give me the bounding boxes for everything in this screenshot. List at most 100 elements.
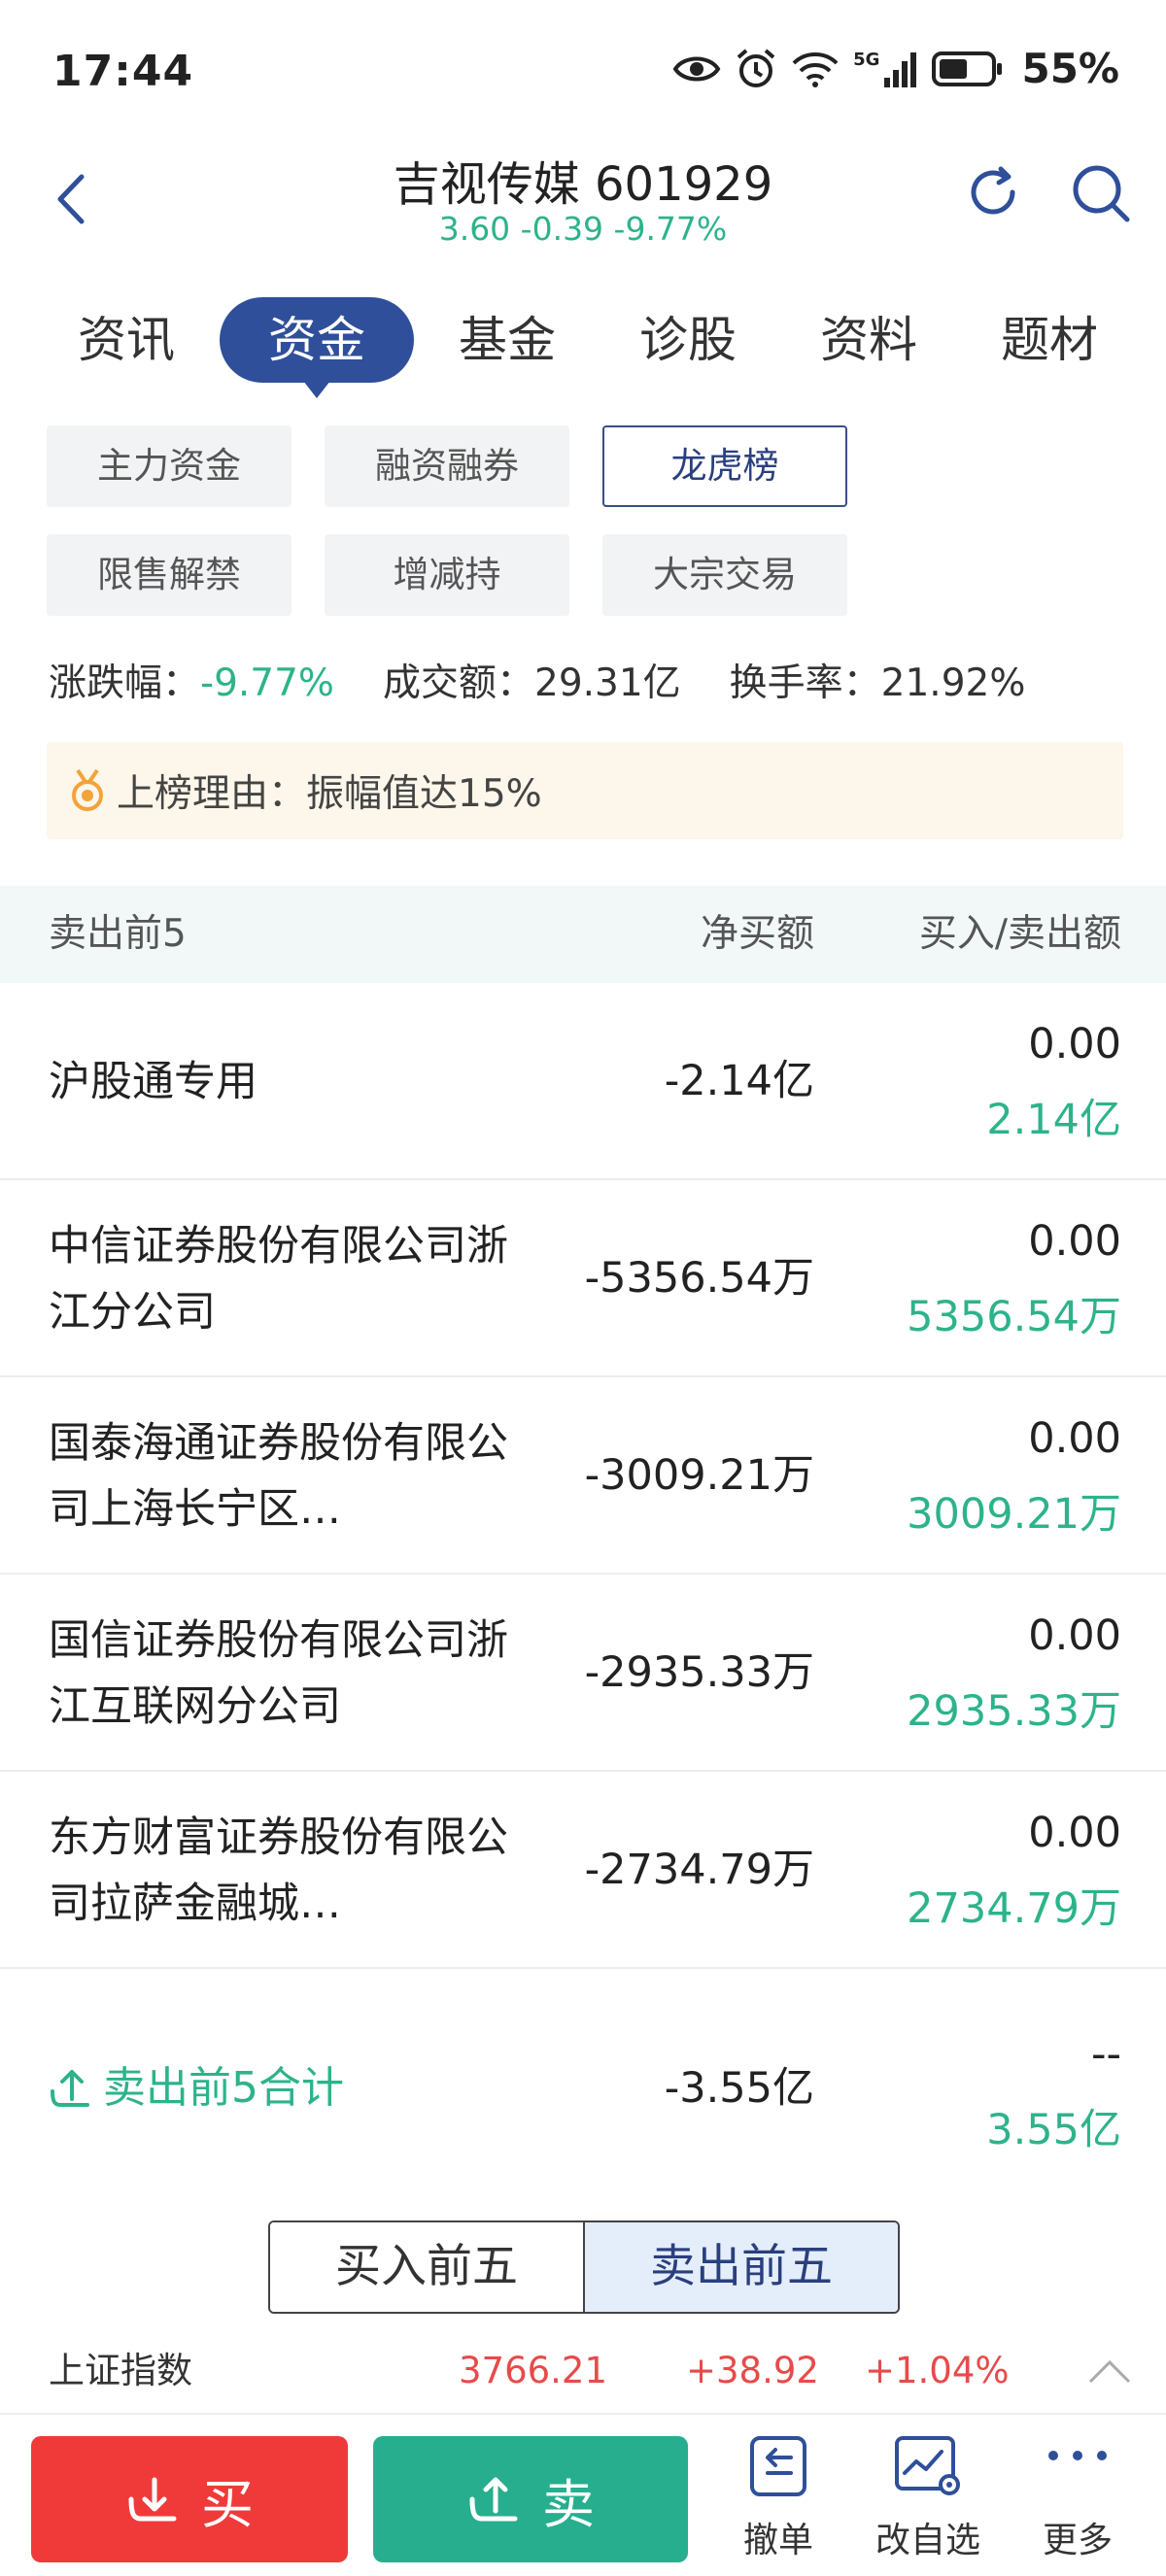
cancel-order-icon (750, 2436, 806, 2496)
sell-top5-toggle[interactable]: 卖出前五 (583, 2222, 898, 2312)
signal-icon (884, 51, 917, 87)
table-row[interactable]: 沪股通专用 -2.14亿 0.00 2.14亿 (0, 983, 1166, 1180)
more-label: 更多 (1042, 2521, 1113, 2560)
listing-reason: 上榜理由：振幅值达15% (47, 742, 1123, 839)
index-pct: +1.04% (865, 2350, 1010, 2391)
subtab-block-trade[interactable]: 大宗交易 (602, 534, 847, 616)
subtab-margin[interactable]: 融资融券 (325, 425, 569, 507)
seat-net: -2.14亿 (664, 1057, 814, 1105)
tab-news[interactable]: 资讯 (39, 297, 214, 383)
sell-arrow-icon (469, 2477, 518, 2522)
buy-arrow-icon (128, 2477, 177, 2522)
subtab-dragon-tiger[interactable]: 龙虎榜 (602, 425, 847, 507)
chevron-up-icon[interactable] (1086, 2356, 1133, 2386)
stats-line: 涨跌幅：-9.77% 成交额：29.31亿 换手率：21.92% (49, 653, 1025, 707)
sub-tabs: 主力资金 融资融券 龙虎榜 限售解禁 增减持 大宗交易 (47, 425, 1123, 616)
subtab-main-funds[interactable]: 主力资金 (47, 425, 292, 507)
seat-sell: 3009.21万 (907, 1490, 1121, 1539)
seat-net: -2935.33万 (584, 1648, 814, 1697)
sell-arrow-icon (51, 2070, 89, 2107)
seat-name: 国信证券股份有限公司浙江互联网分公司 (49, 1615, 508, 1731)
total-sell: 3.55亿 (986, 2106, 1121, 2154)
refresh-icon[interactable] (962, 161, 1024, 223)
search-icon[interactable] (1069, 161, 1133, 225)
network-type-label: 5G (853, 50, 880, 70)
col-header-buy-sell: 买入/卖出额 (918, 912, 1121, 956)
seat-sell: 2734.79万 (907, 1884, 1121, 1933)
tab-diagnosis[interactable]: 诊股 (600, 297, 775, 383)
edit-watchlist-button[interactable]: 改自选 (855, 2434, 1001, 2570)
tab-profile[interactable]: 资料 (781, 297, 956, 383)
cancel-order-button[interactable]: 撤单 (705, 2434, 851, 2570)
main-tabs: 资讯 资金 基金 诊股 资料 题材 (39, 291, 1137, 398)
more-button[interactable]: 更多 (1005, 2434, 1150, 2570)
stat-change: 涨跌幅：-9.77% (49, 653, 334, 707)
total-label: 卖出前5合计 (49, 1991, 344, 2186)
total-row: 卖出前5合计 -3.55亿 -- 3.55亿 (0, 1991, 1166, 2186)
sell-button[interactable]: 卖 (373, 2436, 688, 2562)
table-row[interactable]: 东方财富证券股份有限公司拉萨金融城… -2734.79万 0.00 2734.7… (0, 1772, 1166, 1969)
buy-top5-toggle[interactable]: 买入前五 (270, 2222, 583, 2312)
subtab-holdings-change[interactable]: 增减持 (325, 534, 569, 616)
stat-turnover-label: 换手率： (729, 661, 881, 705)
tab-fund-holdings[interactable]: 基金 (420, 297, 595, 383)
cancel-order-label: 撤单 (742, 2521, 813, 2560)
seat-name: 沪股通专用 (49, 1057, 257, 1106)
index-value: 3766.21 (459, 2350, 608, 2391)
seat-net: -3009.21万 (584, 1451, 814, 1500)
status-time: 17:44 (52, 47, 194, 96)
seat-buy: 0.00 (1028, 1414, 1121, 1463)
eye-icon (672, 56, 721, 81)
seat-list: 沪股通专用 -2.14亿 0.00 2.14亿 中信证券股份有限公司浙江分公司 … (0, 983, 1166, 1969)
edit-watchlist-label: 改自选 (874, 2521, 980, 2560)
table-header: 卖出前5 净买额 买入/卖出额 (0, 886, 1166, 983)
wifi-icon (792, 51, 839, 87)
seat-buy: 0.00 (1028, 1020, 1121, 1068)
sell-label: 卖 (542, 2473, 595, 2535)
buy-label: 买 (201, 2473, 254, 2535)
total-label-text: 卖出前5合计 (103, 2063, 344, 2113)
seat-buy: 0.00 (1028, 1809, 1121, 1857)
battery-icon (932, 51, 1003, 86)
alarm-icon (737, 48, 775, 87)
index-ticker[interactable]: 上证指数 3766.21 +38.92 +1.04% (0, 2327, 1166, 2415)
seat-buy: 0.00 (1028, 1611, 1121, 1660)
battery-level: 55% (1021, 45, 1119, 92)
stat-change-value: -9.77% (200, 661, 334, 705)
stat-turnover: 换手率：21.92% (730, 653, 1026, 707)
stat-amount-label: 成交额： (382, 661, 534, 705)
seat-sell: 5356.54万 (907, 1293, 1121, 1341)
top5-segment: 买入前五 卖出前五 (268, 2220, 900, 2314)
more-icon (1048, 2451, 1107, 2460)
status-icons: 5G 55% (672, 45, 1119, 92)
tab-funds[interactable]: 资金 (220, 297, 414, 398)
index-change: +38.92 (686, 2350, 819, 2391)
total-net: -3.55亿 (664, 2064, 814, 2113)
table-row[interactable]: 中信证券股份有限公司浙江分公司 -5356.54万 0.00 5356.54万 (0, 1180, 1166, 1377)
seat-net: -5356.54万 (584, 1254, 814, 1303)
seat-name: 东方财富证券股份有限公司拉萨金融城… (49, 1813, 508, 1928)
seat-net: -2734.79万 (584, 1846, 814, 1894)
stat-turnover-value: 21.92% (880, 661, 1026, 705)
status-bar: 17:44 5G 55% (0, 0, 1166, 146)
table-row[interactable]: 国泰海通证券股份有限公司上海长宁区… -3009.21万 0.00 3009.2… (0, 1377, 1166, 1575)
seat-name: 国泰海通证券股份有限公司上海长宁区… (49, 1418, 508, 1534)
seat-name: 中信证券股份有限公司浙江分公司 (49, 1221, 508, 1337)
seat-buy: 0.00 (1028, 1217, 1121, 1266)
table-row[interactable]: 国信证券股份有限公司浙江互联网分公司 -2935.33万 0.00 2935.3… (0, 1575, 1166, 1772)
col-header-net: 净买额 (700, 912, 814, 956)
stat-amount-value: 29.31亿 (534, 661, 681, 705)
seat-sell: 2.14亿 (986, 1096, 1121, 1144)
tab-themes[interactable]: 题材 (962, 297, 1137, 383)
subtab-lockup-release[interactable]: 限售解禁 (47, 534, 292, 616)
app-header: 吉视传媒 601929 3.60 -0.39 -9.77% (0, 136, 1166, 262)
buy-button[interactable]: 买 (31, 2436, 348, 2562)
total-buy: -- (1090, 2030, 1121, 2079)
bottom-bar: 买 卖 撤单 改自选 更多 (0, 2428, 1166, 2576)
col-header-seller: 卖出前5 (49, 912, 187, 956)
edit-watchlist-icon (895, 2436, 960, 2495)
medal-icon (72, 768, 103, 811)
listing-reason-text: 上榜理由：振幅值达15% (117, 772, 542, 816)
seat-sell: 2935.33万 (907, 1687, 1121, 1736)
stat-amount: 成交额：29.31亿 (383, 653, 681, 707)
